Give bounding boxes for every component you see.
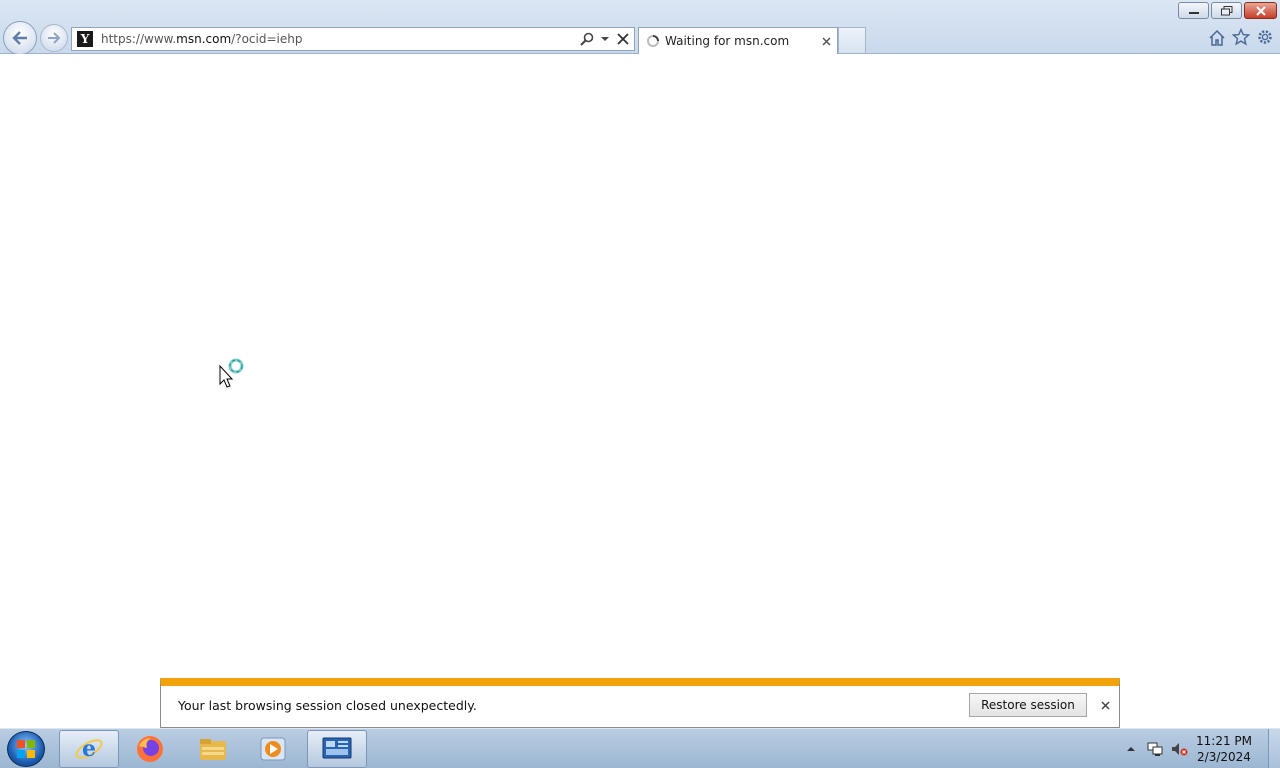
home-icon[interactable] [1208, 28, 1226, 46]
minimize-button[interactable] [1178, 2, 1209, 19]
taskbar-server-manager[interactable] [307, 730, 367, 768]
server-manager-icon [322, 737, 352, 759]
taskbar-file-explorer[interactable] [183, 730, 243, 768]
back-arrow-icon [12, 31, 27, 45]
start-button[interactable] [7, 731, 45, 767]
folder-icon [200, 739, 226, 760]
restore-button[interactable] [1211, 2, 1242, 19]
page-content [0, 54, 1280, 728]
notification-message: Your last browsing session closed unexpe… [178, 698, 477, 713]
minimize-icon [1188, 11, 1199, 14]
new-tab-button[interactable] [838, 27, 866, 53]
address-tools [580, 31, 630, 47]
forward-arrow-icon [48, 32, 61, 44]
windows-logo-icon [17, 740, 35, 758]
command-icons [1208, 28, 1274, 46]
window-controls [1178, 2, 1277, 19]
taskbar: e 11:21 PM 2/3/2024 [0, 728, 1280, 768]
back-button[interactable] [3, 21, 37, 55]
search-icon[interactable] [580, 31, 594, 47]
restore-icon [1220, 5, 1232, 15]
browser-frame: Y https://www.msn.com/?ocid=iehp Waiting… [0, 0, 1280, 55]
taskbar-firefox[interactable] [120, 730, 180, 768]
show-desktop-button[interactable] [1268, 729, 1280, 768]
network-icon[interactable] [1146, 740, 1164, 758]
internet-explorer-icon: e [75, 736, 103, 762]
tab-label: Waiting for msn.com [665, 34, 790, 48]
favorites-star-icon[interactable] [1232, 28, 1250, 46]
url-prefix: https://www. [101, 32, 177, 46]
session-restore-notification: Your last browsing session closed unexpe… [160, 678, 1120, 728]
notification-close-icon[interactable] [1098, 698, 1112, 712]
show-hidden-icons-icon[interactable] [1122, 740, 1140, 758]
clock-date: 2/3/2024 [1197, 750, 1251, 764]
url-domain: msn.com [176, 32, 232, 46]
busy-cursor-icon [219, 358, 244, 388]
taskbar-media-player[interactable] [243, 730, 303, 768]
site-favicon-icon: Y [77, 31, 93, 47]
dropdown-arrow-icon[interactable] [598, 31, 612, 47]
firefox-icon [137, 736, 163, 762]
forward-button[interactable] [40, 24, 68, 52]
restore-session-button[interactable]: Restore session [969, 693, 1087, 717]
taskbar-clock[interactable]: 11:21 PM 2/3/2024 [1194, 733, 1254, 765]
close-window-button[interactable] [1244, 2, 1277, 19]
url-text[interactable]: https://www.msn.com/?ocid=iehp [101, 32, 580, 46]
close-icon [1255, 5, 1266, 16]
clock-time: 11:21 PM [1196, 734, 1252, 748]
svg-text:e: e [82, 736, 96, 762]
stop-icon[interactable] [616, 31, 630, 47]
system-tray: 11:21 PM 2/3/2024 [1122, 729, 1280, 768]
loading-spinner-icon [647, 35, 659, 47]
media-player-icon [260, 737, 286, 761]
tab-msn[interactable]: Waiting for msn.com [638, 27, 838, 54]
tab-close-icon[interactable] [819, 34, 833, 48]
tools-gear-icon[interactable] [1256, 28, 1274, 46]
taskbar-internet-explorer[interactable]: e [59, 730, 119, 768]
volume-muted-icon[interactable] [1170, 740, 1188, 758]
address-bar[interactable]: Y https://www.msn.com/?ocid=iehp [71, 27, 635, 51]
url-suffix: /?ocid=iehp [231, 32, 303, 46]
